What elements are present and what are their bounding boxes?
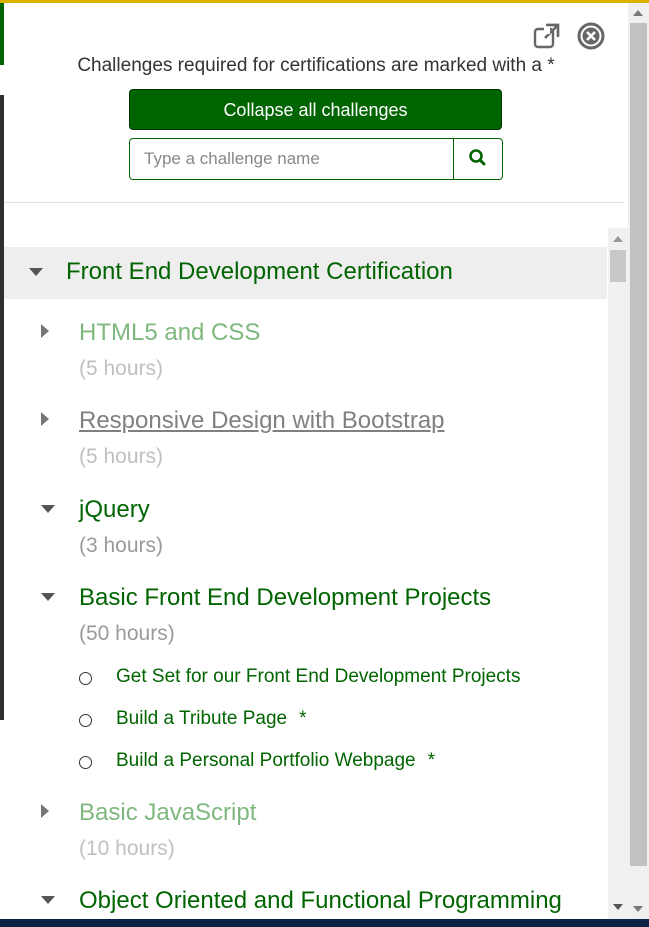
scroll-down-arrow-icon[interactable] bbox=[633, 906, 643, 912]
block-title[interactable]: Responsive Design with Bootstrap bbox=[79, 407, 445, 435]
block-hours: (5 hours) bbox=[79, 445, 164, 468]
caret-right-icon bbox=[41, 324, 49, 338]
block-jquery[interactable]: jQuery (3 hours) bbox=[4, 496, 604, 566]
caret-right-icon bbox=[41, 412, 49, 426]
challenge-search bbox=[129, 138, 503, 180]
block-title[interactable]: Basic JavaScript bbox=[79, 799, 256, 827]
block-oop-functional[interactable]: Object Oriented and Functional Programmi… bbox=[4, 887, 604, 919]
required-note: Challenges required for certifications a… bbox=[77, 55, 555, 76]
challenge-link[interactable]: Build a Tribute Page * bbox=[116, 708, 307, 730]
caret-right-icon bbox=[41, 804, 49, 818]
caret-down-icon bbox=[29, 268, 43, 276]
challenge-link[interactable]: Get Set for our Front End Development Pr… bbox=[116, 666, 532, 688]
scroll-up-arrow-icon[interactable] bbox=[633, 10, 643, 16]
block-basic-front-end-projects[interactable]: Basic Front End Development Projects (50… bbox=[4, 584, 604, 794]
block-title[interactable]: Basic Front End Development Projects bbox=[79, 584, 491, 612]
search-icon bbox=[469, 149, 486, 166]
certification-title: Front End Development Certification bbox=[66, 258, 453, 285]
challenge-item[interactable]: Build a Tribute Page * bbox=[79, 708, 599, 738]
certification-header[interactable]: Front End Development Certification bbox=[4, 247, 607, 299]
scroll-thumb[interactable] bbox=[610, 250, 626, 282]
challenge-item[interactable]: Get Set for our Front End Development Pr… bbox=[79, 666, 599, 696]
block-hours: (5 hours) bbox=[79, 357, 164, 380]
challenge-item[interactable]: Build a Personal Portfolio Webpage * bbox=[79, 750, 599, 780]
challenge-status-radio bbox=[79, 672, 92, 685]
block-responsive-design[interactable]: Responsive Design with Bootstrap (5 hour… bbox=[4, 407, 604, 477]
caret-down-icon bbox=[41, 505, 55, 513]
close-circle-icon[interactable] bbox=[576, 21, 606, 51]
map-header: Challenges required for certifications a… bbox=[4, 3, 628, 208]
search-button[interactable] bbox=[453, 138, 503, 180]
header-divider bbox=[4, 202, 624, 203]
external-link-icon[interactable] bbox=[532, 21, 562, 51]
scroll-up-arrow-icon[interactable] bbox=[613, 236, 623, 242]
challenge-status-radio bbox=[79, 756, 92, 769]
challenge-status-radio bbox=[79, 714, 92, 727]
required-marker: * bbox=[299, 708, 307, 729]
challenge-link[interactable]: Build a Personal Portfolio Webpage * bbox=[116, 750, 435, 772]
map-scrollbar[interactable] bbox=[608, 228, 628, 919]
scroll-down-arrow-icon[interactable] bbox=[613, 904, 623, 910]
block-basic-javascript[interactable]: Basic JavaScript (10 hours) bbox=[4, 799, 604, 869]
required-marker: * bbox=[427, 750, 436, 771]
block-hours: (3 hours) bbox=[79, 534, 164, 557]
block-hours: (10 hours) bbox=[79, 837, 175, 860]
caret-down-icon bbox=[41, 896, 55, 904]
window-scrollbar[interactable] bbox=[628, 3, 649, 919]
block-hours: (50 hours) bbox=[79, 622, 175, 645]
block-title[interactable]: HTML5 and CSS bbox=[79, 319, 260, 347]
curriculum-map: Front End Development Certification HTML… bbox=[4, 228, 628, 919]
bottom-edge bbox=[0, 919, 649, 927]
block-html5-css[interactable]: HTML5 and CSS (5 hours) bbox=[4, 319, 604, 389]
scroll-thumb[interactable] bbox=[630, 23, 647, 866]
collapse-all-button[interactable]: Collapse all challenges bbox=[129, 89, 502, 130]
block-title[interactable]: jQuery bbox=[79, 496, 150, 524]
block-title[interactable]: Object Oriented and Functional Programmi… bbox=[79, 887, 562, 915]
caret-down-icon bbox=[41, 593, 55, 601]
search-input[interactable] bbox=[129, 138, 454, 180]
